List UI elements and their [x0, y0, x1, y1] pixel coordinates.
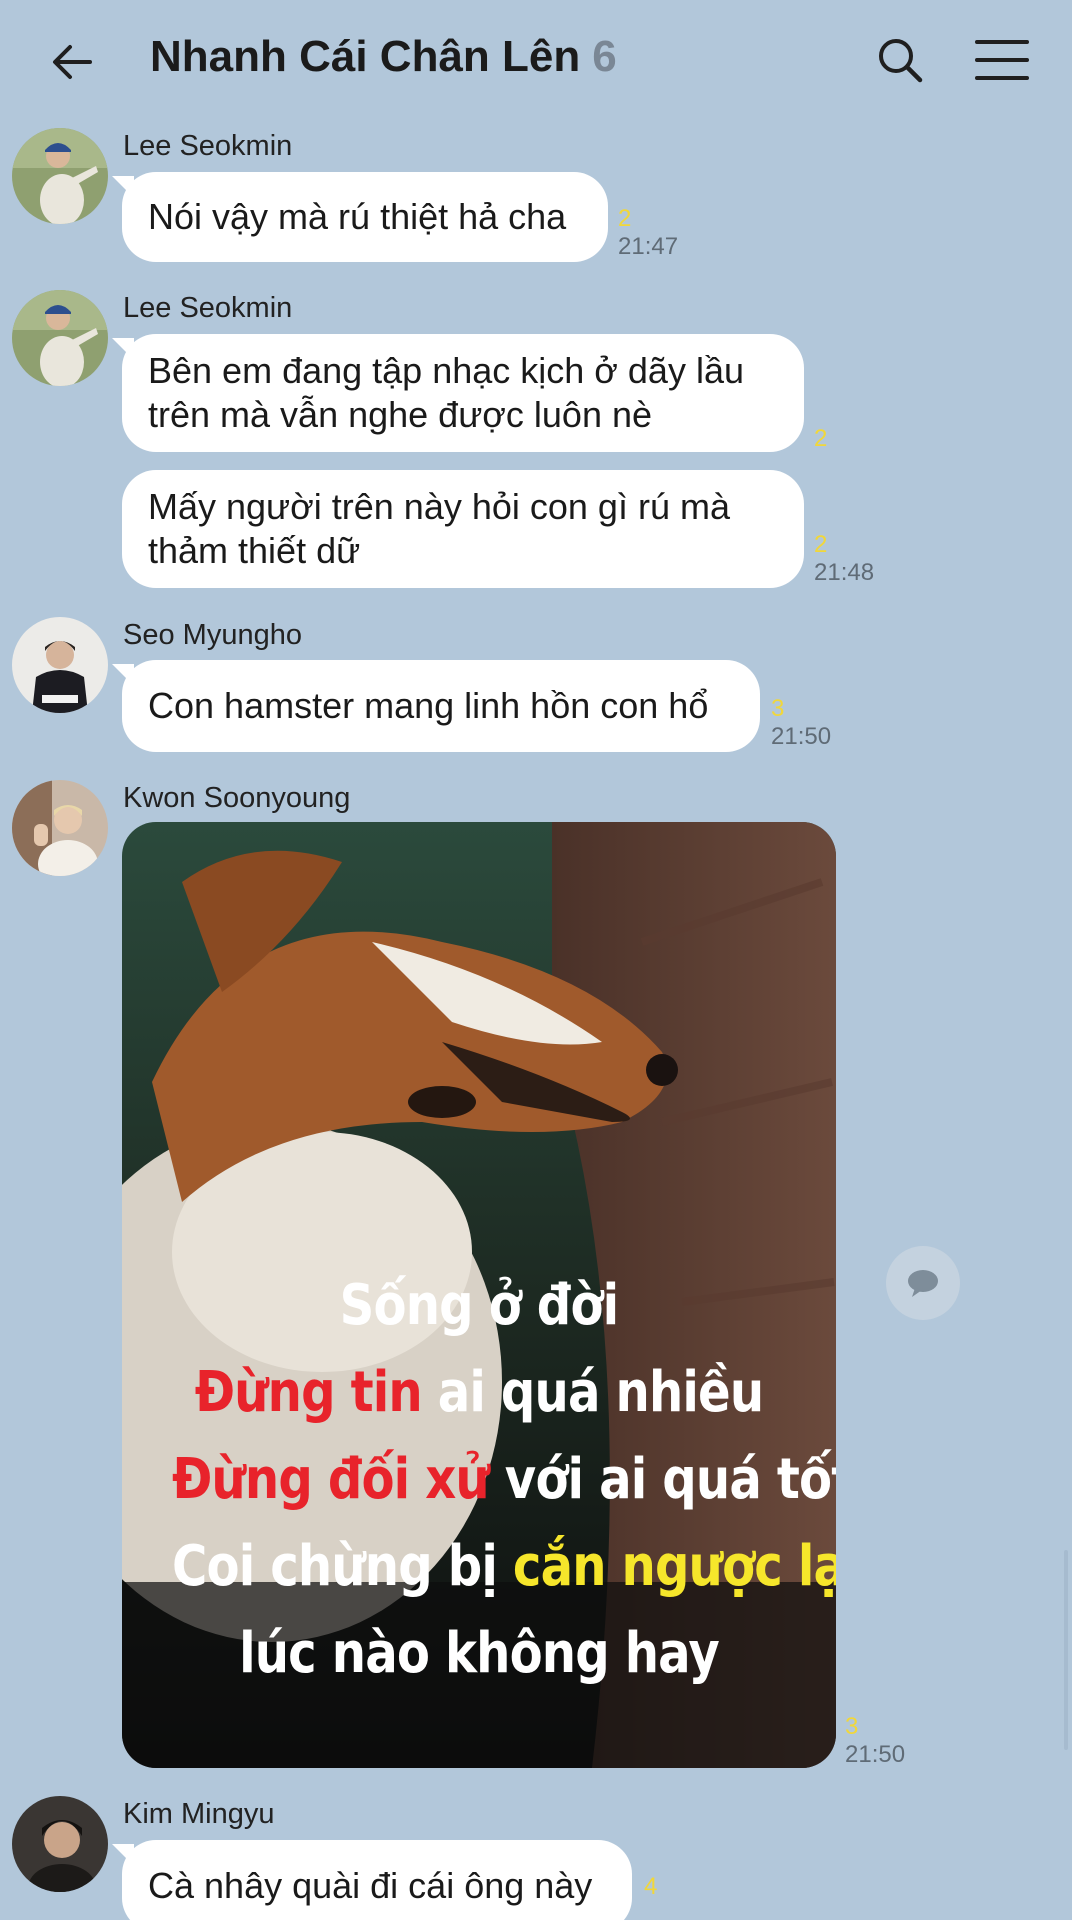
sender-name: Seo Myungho — [123, 619, 302, 651]
avatar-seo-myungho[interactable] — [12, 617, 108, 713]
avatar-photo — [12, 780, 108, 876]
message-meta: 2 — [814, 426, 827, 452]
sender-name: Kwon Soonyoung — [123, 782, 351, 814]
message-bubble[interactable]: Con hamster mang linh hồn con hổ — [112, 660, 760, 752]
unread-count: 3 — [771, 695, 785, 722]
avatar-lee-seokmin[interactable] — [12, 290, 108, 386]
message-meta: 4 — [644, 1874, 657, 1900]
meme-line: lúc nào không hay — [172, 1610, 786, 1697]
unread-count: 2 — [814, 425, 828, 452]
unread-count: 2 — [814, 531, 828, 558]
message-text: Cà nhây quài đi cái ông này — [148, 1865, 593, 1906]
message-text: Bên em đang tập nhạc kịch ở dãy lầu trên… — [148, 349, 744, 437]
unread-count: 4 — [644, 1873, 658, 1900]
unread-count: 3 — [845, 1713, 859, 1740]
sender-name: Lee Seokmin — [123, 130, 293, 162]
meme-line: Đừng đối xử với ai quá tốt — [171, 1436, 836, 1523]
meme-line: Đừng tin ai quá nhiều — [172, 1349, 786, 1436]
chat-title-text: Nhanh Cái Chân Lên — [150, 32, 581, 81]
message-bubble[interactable]: Cà nhây quài đi cái ông này — [112, 1840, 632, 1920]
message-meta: 2 21:47 — [618, 206, 678, 262]
sender-name: Kim Mingyu — [123, 1798, 275, 1830]
sender-name: Lee Seokmin — [123, 292, 293, 324]
avatar-photo — [12, 290, 108, 386]
speech-bubble-icon — [908, 1270, 938, 1297]
chat-title: Nhanh Cái Chân Lên 6 — [150, 32, 617, 82]
meme-text-segment: ai quá nhiều — [421, 1360, 764, 1425]
message-text-line: trên mà vẫn nghe được luôn nè — [148, 394, 653, 435]
message-bubble[interactable]: Bên em đang tập nhạc kịch ở dãy lầu trên… — [112, 334, 804, 452]
message-time: 21:47 — [618, 233, 679, 260]
message-meta: 2 21:48 — [814, 532, 874, 588]
avatar-kim-mingyu[interactable] — [12, 1796, 108, 1892]
arrow-left-icon — [53, 45, 92, 79]
search-button[interactable] — [868, 28, 932, 92]
meme-text-segment: lúc nào không hay — [239, 1621, 720, 1686]
member-count: 6 — [592, 32, 617, 81]
avatar-photo — [12, 1796, 108, 1892]
message-text: Con hamster mang linh hồn con hổ — [148, 685, 709, 726]
avatar-photo — [12, 617, 108, 713]
meme-line: Coi chừng bị cắn ngược lại — [171, 1523, 836, 1610]
chat-header: Nhanh Cái Chân Lên 6 — [0, 0, 1072, 120]
message-time: 21:50 — [845, 1741, 906, 1768]
message-text-line: Bên em đang tập nhạc kịch ở dãy lầu — [148, 350, 744, 391]
comment-button[interactable] — [886, 1246, 960, 1320]
meme-text-segment: Coi chừng bị — [171, 1534, 513, 1599]
message-bubble[interactable]: Nói vậy mà rú thiệt hả cha — [112, 172, 608, 262]
meme-text-segment: Đừng tin — [194, 1360, 423, 1425]
avatar-kwon-soonyoung[interactable] — [12, 780, 108, 876]
menu-button[interactable] — [970, 28, 1034, 92]
message-meta: 3 21:50 — [771, 696, 831, 752]
message-text-line: thảm thiết dữ — [148, 530, 361, 571]
hamburger-menu-icon — [975, 40, 1029, 80]
message-text: Mấy người trên này hỏi con gì rú mà thảm… — [148, 485, 730, 573]
unread-count: 2 — [618, 205, 632, 232]
message-time: 21:48 — [814, 559, 875, 586]
search-icon — [879, 39, 923, 83]
avatar-lee-seokmin[interactable] — [12, 128, 108, 224]
message-bubble[interactable]: Mấy người trên này hỏi con gì rú mà thảm… — [122, 470, 804, 588]
meme-text-segment: Đừng đối xử — [171, 1447, 490, 1512]
meme-line: Sống ở đời — [172, 1262, 786, 1349]
image-message[interactable]: Sống ở đời Đừng tin ai quá nhiều Đừng đố… — [122, 822, 836, 1768]
scrollbar[interactable] — [1064, 1550, 1068, 1750]
message-text-line: Mấy người trên này hỏi con gì rú mà — [148, 486, 730, 527]
message-meta: 3 21:50 — [845, 1714, 905, 1770]
meme-text-segment: Sống ở đời — [339, 1273, 619, 1338]
avatar-photo — [12, 128, 108, 224]
message-text: Nói vậy mà rú thiệt hả cha — [148, 196, 567, 237]
back-button[interactable] — [40, 30, 104, 94]
meme-caption: Sống ở đời Đừng tin ai quá nhiều Đừng đố… — [122, 1262, 836, 1697]
chat-screen: Nhanh Cái Chân Lên 6 Lee Seokmin Nói vậy … — [0, 0, 1072, 1920]
meme-text-segment: cắn ngược lại — [512, 1534, 836, 1599]
message-time: 21:50 — [771, 723, 832, 750]
meme-text-segment: với ai quá tốt — [488, 1447, 836, 1512]
